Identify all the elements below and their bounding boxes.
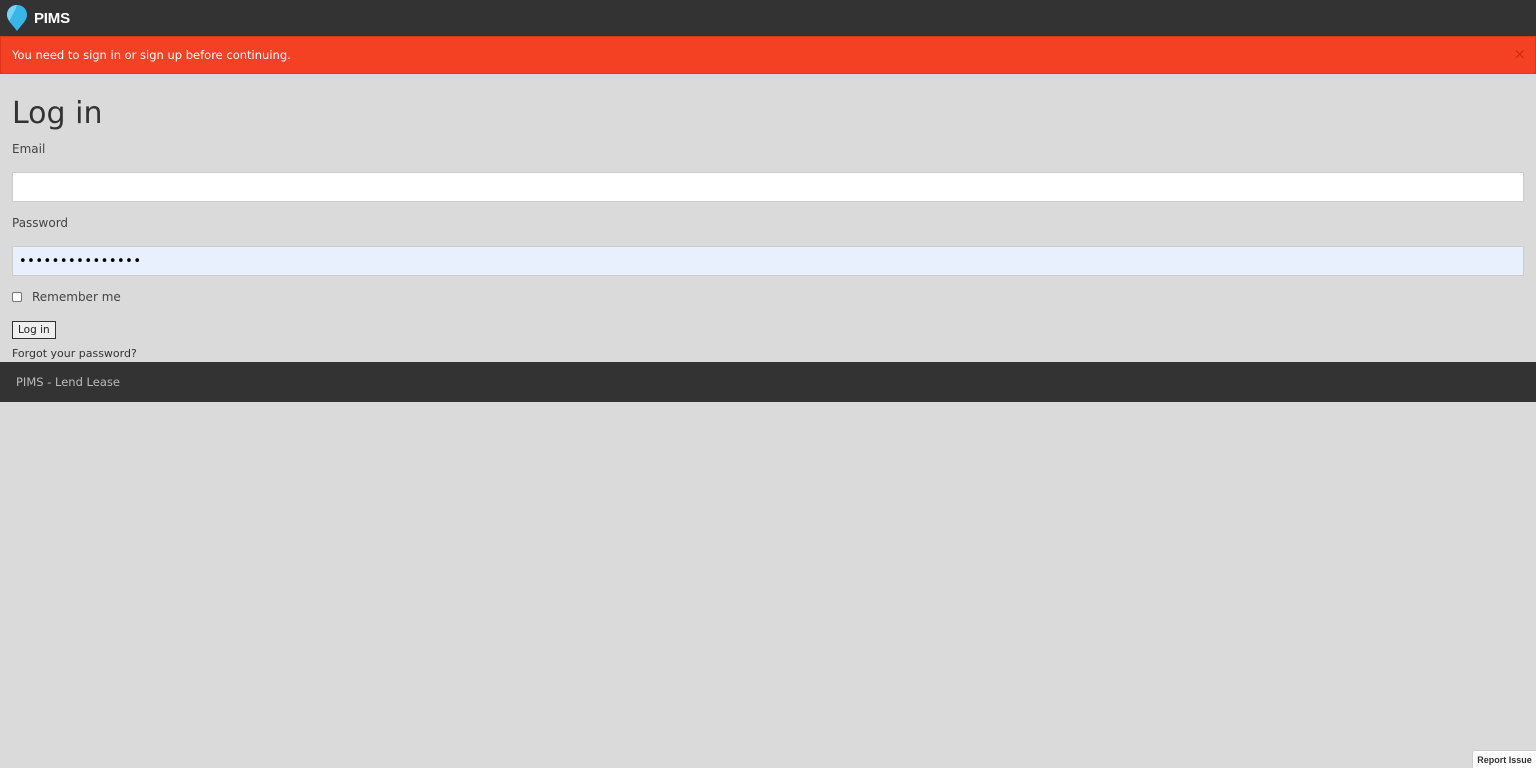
report-issue-button[interactable]: Report Issue [1472, 750, 1536, 768]
password-label: Password [12, 216, 69, 230]
footer: PIMS - Lend Lease [0, 362, 1536, 402]
login-button[interactable]: Log in [12, 321, 56, 339]
remember-me-label[interactable]: Remember me [32, 290, 121, 304]
email-field[interactable] [12, 172, 1524, 202]
remember-me-row: Remember me [12, 288, 121, 306]
pims-logo-icon[interactable] [6, 4, 28, 32]
close-icon[interactable]: × [1513, 47, 1526, 62]
alert-banner: You need to sign in or sign up before co… [0, 36, 1536, 74]
brand-name[interactable]: PIMS [34, 10, 70, 27]
page-title: Log in [12, 96, 103, 131]
remember-me-checkbox[interactable] [12, 292, 22, 302]
password-field[interactable] [12, 246, 1524, 276]
alert-message: You need to sign in or sign up before co… [12, 48, 291, 62]
email-label: Email [12, 142, 46, 156]
forgot-password-link[interactable]: Forgot your password? [12, 347, 137, 360]
top-navbar: PIMS [0, 0, 1536, 36]
footer-text: PIMS - Lend Lease [16, 375, 120, 389]
